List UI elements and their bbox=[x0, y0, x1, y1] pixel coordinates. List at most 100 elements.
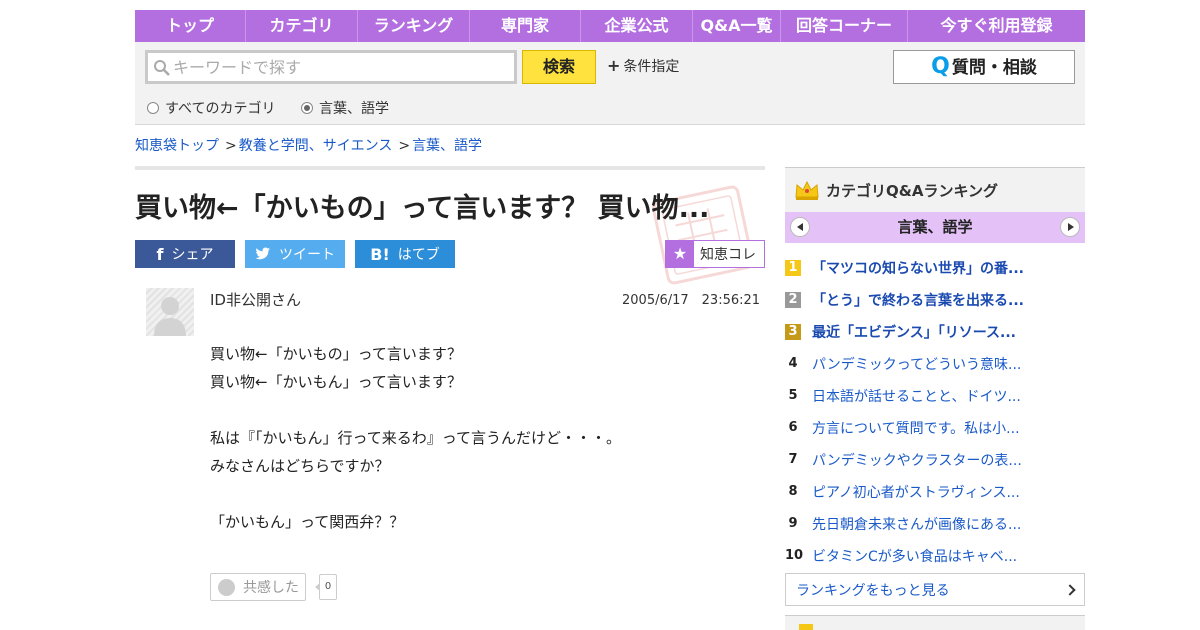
ranking-link[interactable]: 「マツコの知らない世界」の番... bbox=[812, 258, 1024, 278]
ask-question-button[interactable]: Q 質問・相談 bbox=[893, 50, 1075, 84]
search-icon bbox=[154, 60, 170, 76]
crown-icon bbox=[795, 180, 819, 200]
nav-experts[interactable]: 専門家 bbox=[470, 10, 581, 42]
scope-current-label: 言葉、語学 bbox=[319, 101, 389, 117]
ranking-category: 言葉、語学 bbox=[897, 218, 973, 236]
rank-number: 8 bbox=[788, 484, 798, 499]
empathy-button[interactable]: 共感した bbox=[210, 573, 306, 601]
ranking-list: 1 「マツコの知らない世界」の番... 2 「とう」で終わる言葉を出来る... 3最… bbox=[785, 252, 1085, 572]
rank-number: 4 bbox=[788, 356, 798, 371]
hatena-bookmark-button[interactable]: B! はてブ bbox=[355, 240, 455, 268]
hatena-label: はてブ bbox=[397, 247, 440, 263]
plus-icon: + bbox=[607, 56, 621, 75]
breadcrumb: 知恵袋トップ > 教養と学問、サイエンス > 言葉、語学 bbox=[135, 135, 482, 155]
breadcrumb-science[interactable]: 教養と学問、サイエンス bbox=[239, 138, 393, 154]
nav-ranking[interactable]: ランキング bbox=[358, 10, 470, 42]
ranking-link[interactable]: パンデミックってどういう意味... bbox=[812, 354, 1021, 374]
question-body: 買い物←「かいもの」って言います？ 買い物←「かいもん」って言います？ 私は『「… bbox=[210, 340, 621, 536]
body-line bbox=[210, 396, 621, 424]
ranking-link[interactable]: 方言について質問です。私は小... bbox=[812, 418, 1020, 438]
body-line: 「かいもん」って関西弁？？ bbox=[210, 513, 405, 531]
scope-all-label: すべてのカテゴリ bbox=[165, 101, 276, 117]
q-icon: Q bbox=[931, 54, 950, 79]
breadcrumb-language[interactable]: 言葉、語学 bbox=[412, 138, 482, 154]
ranking-item[interactable]: 7 パンデミックやクラスターの表... bbox=[785, 444, 1085, 476]
ranking-item[interactable]: 6 方言について質問です。私は小... bbox=[785, 412, 1085, 444]
ranking-item[interactable]: 4 パンデミックってどういう意味... bbox=[785, 348, 1085, 380]
scope-current-option[interactable]: 言葉、語学 bbox=[301, 98, 389, 118]
facebook-icon: f bbox=[156, 244, 164, 264]
ranking-link[interactable]: 最近「エビデンス」「リソース... bbox=[812, 322, 1016, 342]
ranking-link[interactable]: ピアノ初心者がストラヴィンス... bbox=[812, 482, 1020, 502]
smiley-icon bbox=[218, 578, 235, 596]
ranking-link[interactable]: 日本語が話せることと、ドイツ... bbox=[812, 386, 1021, 406]
user-name[interactable]: ID非公開さん bbox=[210, 289, 301, 310]
breadcrumb-top[interactable]: 知恵袋トップ bbox=[135, 138, 219, 154]
ask-label: 質問・相談 bbox=[951, 58, 1037, 78]
ranking-item[interactable]: 2 「とう」で終わる言葉を出来る... bbox=[785, 284, 1085, 316]
twitter-share-button[interactable]: ツイート bbox=[245, 240, 345, 268]
scope-current-radio[interactable] bbox=[301, 102, 313, 114]
ranking-category-bar: 言葉、語学 bbox=[785, 212, 1085, 243]
search-button[interactable]: 検索 bbox=[522, 50, 596, 84]
ranking-item[interactable]: 9 先日朝倉未来さんが画像にある... bbox=[785, 508, 1085, 540]
crown-icon bbox=[799, 624, 813, 630]
star-icon: ★ bbox=[666, 241, 694, 267]
chevron-right-icon[interactable] bbox=[1060, 217, 1080, 237]
rank-number: 7 bbox=[788, 452, 798, 467]
share-label: シェア bbox=[171, 247, 214, 263]
ranking-link[interactable]: パンデミックやクラスターの表... bbox=[812, 450, 1022, 470]
condition-label: 条件指定 bbox=[623, 59, 680, 75]
post-timestamp: 2005/6/17 23:56:21 bbox=[622, 293, 761, 308]
breadcrumb-separator: > bbox=[398, 138, 411, 154]
rank-number: 10 bbox=[785, 548, 804, 563]
chie-collection-button[interactable]: ★ 知恵コレ bbox=[665, 240, 765, 268]
body-line: みなさんはどちらですか？ bbox=[210, 457, 390, 475]
body-line: 買い物←「かいもの」って言います？ bbox=[210, 345, 462, 363]
more-ranking-link[interactable]: ランキングをもっと見る bbox=[785, 573, 1085, 606]
collection-label: 知恵コレ bbox=[700, 247, 756, 263]
top-nav: トップ カテゴリ ランキング 専門家 企業公式 Q&A一覧 回答コーナー 今すぐ… bbox=[135, 10, 1085, 42]
ranking-link[interactable]: 「とう」で終わる言葉を出来る... bbox=[812, 290, 1024, 310]
ranking-item[interactable]: 5 日本語が話せることと、ドイツ... bbox=[785, 380, 1085, 412]
nav-top[interactable]: トップ bbox=[135, 10, 246, 42]
chevron-right-icon bbox=[1064, 583, 1076, 596]
search-input[interactable] bbox=[173, 53, 513, 81]
category-ranking-panel: カテゴリQ&Aランキング 言葉、語学 1 「マツコの知らない世界」の番... 2 「… bbox=[785, 167, 1085, 606]
facebook-share-button[interactable]: f シェア bbox=[135, 240, 235, 268]
nav-answer-corner[interactable]: 回答コーナー bbox=[781, 10, 908, 42]
divider bbox=[135, 166, 765, 170]
rank-number: 5 bbox=[788, 388, 798, 403]
twitter-icon bbox=[255, 247, 270, 260]
ranking-item[interactable]: 10 ビタミンCが多い食品はキャベ... bbox=[785, 540, 1085, 572]
user-silhouette-icon bbox=[154, 297, 186, 336]
scope-all-option[interactable]: すべてのカテゴリ bbox=[147, 98, 275, 118]
ranking-link[interactable]: 先日朝倉未来さんが画像にある... bbox=[812, 514, 1021, 534]
body-line: 私は『「かいもん」行って来るわ』って言うんだけど・・・。 bbox=[210, 429, 622, 447]
rank-number: 2 bbox=[785, 292, 801, 308]
empathy-label: 共感した bbox=[243, 580, 299, 596]
breadcrumb-separator: > bbox=[225, 138, 237, 154]
condition-link[interactable]: + 条件指定 bbox=[607, 56, 679, 76]
rank-number: 9 bbox=[788, 516, 798, 531]
body-line bbox=[210, 480, 621, 508]
chevron-left-icon[interactable] bbox=[790, 217, 810, 237]
nav-category[interactable]: カテゴリ bbox=[246, 10, 358, 42]
nav-qa-list[interactable]: Q&A一覧 bbox=[693, 10, 781, 42]
rank-number: 3 bbox=[785, 324, 801, 340]
ranking-item[interactable]: 1 「マツコの知らない世界」の番... bbox=[785, 252, 1085, 284]
rank-number: 1 bbox=[785, 260, 801, 276]
search-box[interactable] bbox=[145, 50, 517, 84]
more-ranking-label: ランキングをもっと見る bbox=[796, 582, 950, 599]
body-line: 買い物←「かいもん」って言います？ bbox=[210, 373, 462, 391]
next-panel bbox=[785, 615, 1085, 630]
ranking-link[interactable]: ビタミンCが多い食品はキャベ... bbox=[812, 546, 1017, 566]
ranking-title: カテゴリQ&Aランキング bbox=[826, 181, 998, 200]
scope-all-radio[interactable] bbox=[147, 102, 159, 114]
ranking-item[interactable]: 3 最近「エビデンス」「リソース... bbox=[785, 316, 1085, 348]
nav-register[interactable]: 今すぐ利用登録 bbox=[908, 10, 1085, 42]
ranking-header: カテゴリQ&Aランキング bbox=[785, 167, 1085, 212]
ranking-item[interactable]: 8 ピアノ初心者がストラヴィンス... bbox=[785, 476, 1085, 508]
tweet-label: ツイート bbox=[279, 247, 335, 263]
nav-official[interactable]: 企業公式 bbox=[581, 10, 693, 42]
